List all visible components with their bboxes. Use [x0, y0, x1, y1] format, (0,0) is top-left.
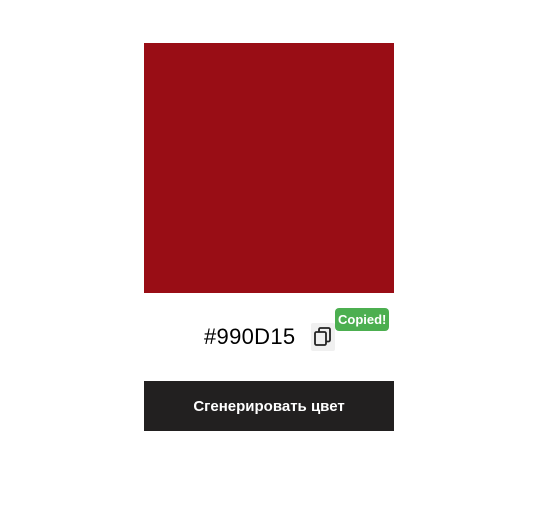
hex-row: #990D15 Copied!	[144, 308, 394, 358]
hex-value: #990D15	[204, 324, 296, 349]
copy-button[interactable]	[311, 323, 335, 351]
generate-color-button[interactable]: Сгенерировать цвет	[144, 381, 394, 431]
copy-icon	[314, 327, 331, 346]
copied-tooltip: Copied!	[335, 308, 390, 331]
color-swatch	[144, 43, 394, 293]
color-generator: #990D15 Copied! Сгенерировать цвет	[0, 0, 538, 532]
